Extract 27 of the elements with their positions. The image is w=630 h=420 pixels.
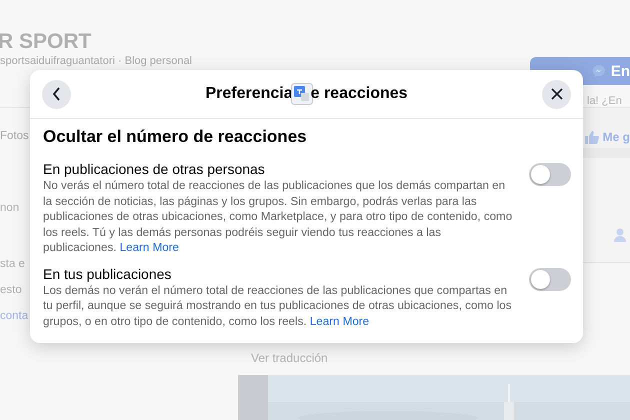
setting-title: En tus publicaciones — [43, 266, 172, 282]
setting-description: Los demás no verán el número total de reacciones de las publicaciones que compartas en tu perfil, aunque se seguirá mostrando en tus publicaciones de otras ubicaciones, como los grupos, o en otro tipo de contenido, como los reels. Learn More — [43, 282, 513, 329]
close-icon — [550, 88, 562, 100]
learn-more-link[interactable]: Learn More — [120, 241, 179, 254]
like-button[interactable]: Me g — [584, 130, 630, 144]
back-icon — [52, 87, 62, 101]
toggle-switch[interactable] — [529, 163, 571, 186]
learn-more-link[interactable]: Learn More — [310, 314, 370, 328]
dialog-title: e reacciones — [310, 85, 408, 103]
translate-icon — [290, 83, 313, 105]
greeting-text: la! ¿En — [587, 95, 622, 107]
post-text: esto — [0, 284, 22, 296]
section-heading: Ocultar el número de reacciones — [43, 127, 308, 147]
messenger-icon — [592, 63, 606, 79]
thumbs-up-icon — [584, 130, 599, 144]
photos-tab[interactable]: Fotos — [0, 130, 29, 142]
post-text: sta e — [0, 258, 25, 270]
close-button[interactable] — [542, 80, 571, 108]
toggle-switch[interactable] — [529, 268, 571, 290]
page-subtitle: sportsaiduifraguantatori · Blog personal — [0, 55, 192, 68]
setting-description: No verás el número total de reacciones de las publicaciones que los demás compartan en la sección de noticias, las páginas y los grupos. Sin embargo, podrás verlas para las publicaciones de otras ubicaciones, como Marketplace, y para otro tipo de contenido, como los reels. Tú y las demás personas podréis seguir viendo tus reacciones a las publicaciones. Learn More — [43, 178, 513, 256]
post-text: non — [0, 202, 20, 214]
setting-title: En publicaciones de otras personas — [43, 161, 266, 178]
see-translation-link[interactable]: Ver traducción — [251, 351, 328, 365]
link[interactable]: conta — [0, 310, 28, 322]
dialog-title: Preferencia — [205, 85, 293, 103]
back-button[interactable] — [42, 80, 71, 108]
